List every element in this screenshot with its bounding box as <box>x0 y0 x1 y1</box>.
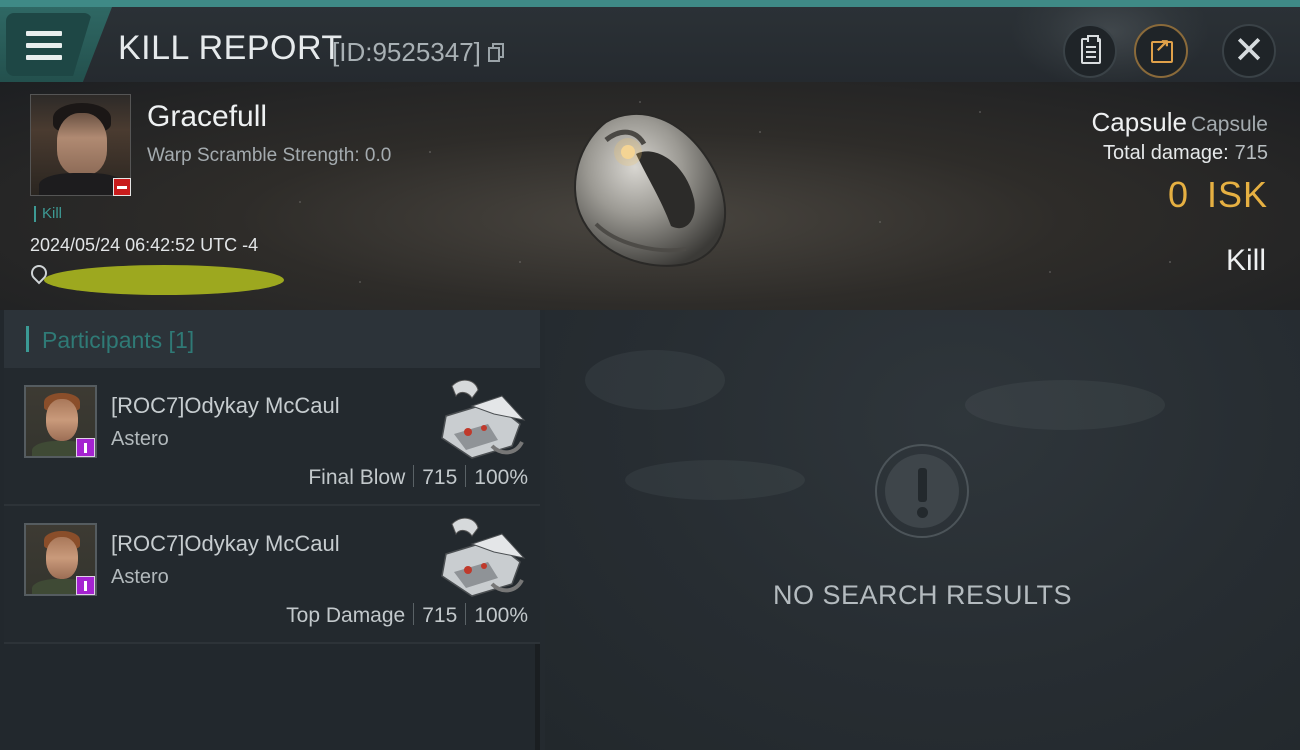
kill-type-tag: Kill <box>34 206 62 222</box>
kill-report-window: KILL REPORT [ID:9525347] ✕ Gracefull War… <box>0 0 1300 750</box>
participants-title: Participants [1] <box>42 327 195 353</box>
participant-role: Final Blow <box>308 466 406 489</box>
participants-accent-bar <box>26 326 29 352</box>
participants-header[interactable]: Participants [1] <box>4 310 540 368</box>
copy-icon[interactable] <box>488 43 504 63</box>
result-label: Kill <box>1225 244 1266 277</box>
share-icon <box>1151 35 1173 63</box>
participant-name[interactable]: [ROC7]Odykay McCaul <box>111 393 340 419</box>
page-title: KILL REPORT <box>118 29 343 67</box>
participant-damage: 715 <box>422 466 458 489</box>
victim-banner: Gracefull Warp Scramble Strength: 0.0 Ki… <box>0 82 1300 310</box>
victim-ship: Capsule Capsule <box>1092 107 1268 138</box>
clipboard-button[interactable] <box>1063 24 1117 78</box>
participant-percent: 100% <box>474 466 528 489</box>
participant-damage: 715 <box>422 604 458 627</box>
participant-row[interactable]: [ROC7]Odykay McCaul Astero Top Damage 715… <box>4 506 540 644</box>
redacted-location <box>44 265 284 295</box>
participant-badge <box>76 576 95 595</box>
capsule-ship-image <box>574 112 727 267</box>
total-damage-label: Total damage: <box>1102 142 1229 164</box>
victim-ship-class: Capsule <box>1190 113 1268 136</box>
isk-unit: ISK <box>1206 174 1268 215</box>
close-button[interactable]: ✕ <box>1222 24 1276 78</box>
report-id: [ID:9525347] <box>332 37 481 67</box>
participant-badge <box>76 438 95 457</box>
total-damage: Total damage: 715 <box>1103 142 1268 165</box>
clipboard-icon <box>1081 35 1101 64</box>
total-damage-value: 715 <box>1234 142 1268 164</box>
victim-name[interactable]: Gracefull <box>147 100 267 134</box>
participant-stats: Final Blow 715 100% <box>308 465 528 490</box>
title-bar: KILL REPORT [ID:9525347] ✕ <box>0 0 1300 89</box>
astero-ship-image <box>441 517 526 597</box>
participant-ship: Astero <box>111 566 169 588</box>
results-panel: NO SEARCH RESULTS <box>545 310 1300 750</box>
background-ghost <box>625 460 805 500</box>
alert-icon <box>875 444 969 538</box>
background-ghost <box>965 380 1165 430</box>
warp-scramble-strength: Warp Scramble Strength: 0.0 <box>147 145 392 166</box>
share-button[interactable] <box>1134 24 1188 78</box>
close-icon: ✕ <box>1233 30 1265 72</box>
empty-state-message: NO SEARCH RESULTS <box>772 580 1073 610</box>
participant-ship: Astero <box>111 428 169 450</box>
background-ghost <box>585 350 725 410</box>
menu-icon <box>26 31 62 61</box>
isk-amount: 0 <box>1167 174 1189 215</box>
participants-panel: Participants [1] [ROC7]Odykay McCaul Ast… <box>0 310 540 750</box>
participant-row[interactable]: [ROC7]Odykay McCaul Astero Final Blow 715… <box>4 368 540 506</box>
participant-stats: Top Damage 715 100% <box>286 603 528 628</box>
menu-button[interactable] <box>0 7 112 82</box>
victim-ship-name: Capsule <box>1091 107 1187 137</box>
location-pin-icon <box>30 265 44 283</box>
participant-percent: 100% <box>474 604 528 627</box>
isk-value: 0 ISK <box>1168 174 1268 216</box>
participant-role: Top Damage <box>286 604 406 627</box>
participant-name[interactable]: [ROC7]Odykay McCaul <box>111 531 340 557</box>
victim-status-badge <box>113 178 131 196</box>
kill-timestamp: 2024/05/24 06:42:52 UTC -4 <box>30 235 259 255</box>
astero-ship-image <box>441 379 526 459</box>
